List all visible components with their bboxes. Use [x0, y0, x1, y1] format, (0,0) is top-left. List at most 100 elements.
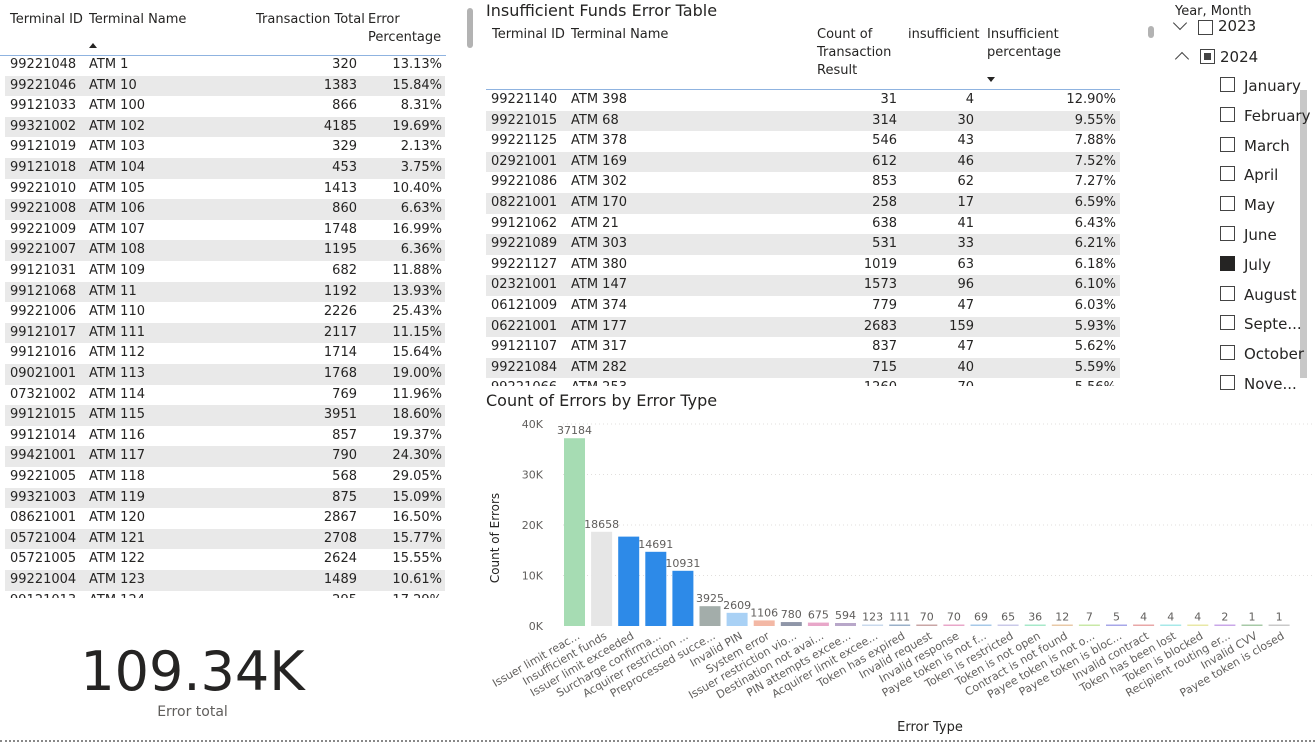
bar[interactable]	[997, 624, 1019, 627]
table-row[interactable]: 99121019 ATM 103 329 2.13%	[5, 137, 445, 158]
table-row[interactable]: 99121015 ATM 115 3951 18.60%	[5, 405, 445, 426]
table-row[interactable]: 99121068 ATM 11 1192 13.93%	[5, 281, 445, 303]
bar[interactable]	[726, 612, 748, 626]
table-row[interactable]: 05721004 ATM 121 2708 15.77%	[5, 528, 445, 550]
terminal-table-scrollbar[interactable]	[467, 8, 473, 48]
bar[interactable]	[618, 536, 640, 626]
table-row[interactable]: 99321002 ATM 102 4185 19.69%	[5, 116, 445, 138]
table-row[interactable]: 99221140 ATM 398 31 4 12.90%	[486, 90, 1120, 111]
bar[interactable]	[807, 622, 829, 626]
col-error-percentage-2[interactable]: Percentage	[368, 29, 441, 47]
table-row[interactable]: 99221048 ATM 1 320 13.13%	[5, 55, 445, 76]
bar[interactable]	[889, 624, 911, 627]
table-row[interactable]: 99121014 ATM 116 857 19.37%	[5, 426, 445, 447]
table-row[interactable]: 99221005 ATM 118 568 29.05%	[5, 467, 445, 488]
table-row[interactable]: 08221001 ATM 170 258 17 6.59%	[486, 193, 1120, 214]
table-row[interactable]: 08621001 ATM 120 2867 16.50%	[5, 508, 445, 529]
bar[interactable]	[943, 624, 965, 627]
col-terminal-name[interactable]: Terminal Name	[89, 11, 186, 29]
month-checkbox[interactable]	[1220, 77, 1235, 92]
table-row[interactable]: 09021001 ATM 113 1768 19.00%	[5, 364, 445, 385]
bar[interactable]	[1187, 624, 1209, 627]
bar[interactable]	[1051, 624, 1073, 627]
table-row[interactable]: 02921001 ATM 169 612 46 7.52%	[486, 151, 1120, 173]
bar[interactable]	[1160, 624, 1182, 627]
slicer-scrollbar-thumb[interactable]	[1148, 26, 1154, 38]
cell-error-percentage: 13.93%	[392, 283, 442, 299]
table-row[interactable]: 99221089 ATM 303 531 33 6.21%	[486, 234, 1120, 255]
bar[interactable]	[862, 624, 884, 627]
table-row[interactable]: 06121009 ATM 374 779 47 6.03%	[486, 296, 1120, 317]
bar[interactable]	[1078, 624, 1100, 627]
col-count-transaction-1[interactable]: Count of	[817, 26, 872, 44]
table-row[interactable]: 99121013 ATM 124 295 17.29%	[5, 591, 445, 598]
col-transaction-total[interactable]: Transaction Total	[256, 11, 365, 29]
table-row[interactable]: 99321003 ATM 119 875 15.09%	[5, 487, 445, 509]
table-row[interactable]: 99121018 ATM 104 453 3.75%	[5, 158, 445, 179]
bar[interactable]	[1268, 624, 1290, 627]
bar[interactable]	[1133, 624, 1155, 627]
table-row[interactable]: 99221066 ATM 253 1260 70 5.56%	[486, 378, 1120, 386]
table-row[interactable]: 99221015 ATM 68 314 30 9.55%	[486, 110, 1120, 132]
bar[interactable]	[1106, 624, 1127, 627]
table-row[interactable]: 99121033 ATM 100 866 8.31%	[5, 96, 445, 117]
col-insufficient-percentage-1[interactable]: Insufficient	[987, 26, 1059, 44]
bar[interactable]	[970, 624, 992, 627]
table-row[interactable]: 99121017 ATM 111 2117 11.15%	[5, 322, 445, 344]
month-checkbox[interactable]	[1220, 285, 1235, 301]
col-insufficient-percentage-2[interactable]: percentage	[987, 44, 1061, 62]
bar[interactable]	[1024, 624, 1046, 627]
bar[interactable]	[916, 624, 938, 627]
col-count-transaction-2[interactable]: Transaction	[817, 44, 891, 62]
month-checkbox[interactable]	[1220, 166, 1235, 182]
bar[interactable]	[591, 531, 613, 626]
table-row[interactable]: 02321001 ATM 147 1573 96 6.10%	[486, 275, 1120, 296]
cell-transaction-total: 1383	[323, 77, 357, 93]
table-row[interactable]: 99221125 ATM 378 546 43 7.88%	[486, 131, 1120, 152]
month-checkbox[interactable]	[1220, 315, 1235, 331]
table-row[interactable]: 99121062 ATM 21 638 41 6.43%	[486, 214, 1120, 235]
table-row[interactable]: 99421001 ATM 117 790 24.30%	[5, 446, 445, 467]
bar[interactable]	[1241, 624, 1263, 627]
bar[interactable]	[672, 570, 694, 626]
bar[interactable]	[780, 622, 802, 626]
col-error-percentage-1[interactable]: Error	[368, 11, 400, 29]
month-checkbox[interactable]	[1220, 136, 1235, 152]
table-row[interactable]: 99221127 ATM 380 1019 63 6.18%	[486, 255, 1120, 276]
col-terminal-name[interactable]: Terminal Name	[571, 26, 668, 44]
table-row[interactable]: 99221004 ATM 123 1489 10.61%	[5, 570, 445, 591]
table-row[interactable]: 99221010 ATM 105 1413 10.40%	[5, 179, 445, 200]
table-row[interactable]: 99221007 ATM 108 1195 6.36%	[5, 240, 445, 261]
bar[interactable]	[564, 438, 585, 626]
month-checkbox[interactable]	[1220, 345, 1235, 361]
table-row[interactable]: 99221046 ATM 10 1383 15.84%	[5, 75, 445, 97]
month-label: June	[1244, 226, 1277, 244]
col-terminal-id[interactable]: Terminal ID	[10, 11, 83, 29]
table-row[interactable]: 99121031 ATM 109 682 11.88%	[5, 261, 445, 282]
table-row[interactable]: 06221001 ATM 177 2683 159 5.93%	[486, 316, 1120, 338]
table-row[interactable]: 99221084 ATM 282 715 40 5.59%	[486, 357, 1120, 379]
table-row[interactable]: 99221006 ATM 110 2226 25.43%	[5, 302, 445, 323]
col-insufficient[interactable]: insufficient	[908, 26, 980, 44]
month-checkbox[interactable]	[1220, 226, 1235, 241]
table-row[interactable]: 99221008 ATM 106 860 6.63%	[5, 199, 445, 220]
bar[interactable]	[645, 551, 667, 626]
month-checkbox[interactable]	[1220, 255, 1235, 271]
bar[interactable]	[1214, 624, 1236, 627]
bar-value-label: 675	[808, 609, 829, 622]
bar[interactable]	[699, 606, 721, 626]
col-count-transaction-3[interactable]: Result	[817, 62, 857, 80]
table-row[interactable]: 99221086 ATM 302 853 62 7.27%	[486, 172, 1120, 193]
table-row[interactable]: 99221009 ATM 107 1748 16.99%	[5, 220, 445, 241]
month-checkbox[interactable]	[1220, 106, 1235, 122]
table-row[interactable]: 07321002 ATM 114 769 11.96%	[5, 385, 445, 406]
cell-error-percentage: 15.84%	[392, 77, 442, 93]
table-row[interactable]: 99121107 ATM 317 837 47 5.62%	[486, 337, 1120, 358]
table-row[interactable]: 05721005 ATM 122 2624 15.55%	[5, 549, 445, 570]
month-checkbox[interactable]	[1220, 196, 1235, 212]
bar[interactable]	[753, 620, 775, 626]
month-checkbox[interactable]	[1220, 375, 1235, 390]
bar[interactable]	[835, 623, 856, 626]
col-terminal-id[interactable]: Terminal ID	[492, 26, 565, 44]
table-row[interactable]: 99121016 ATM 112 1714 15.64%	[5, 343, 445, 364]
